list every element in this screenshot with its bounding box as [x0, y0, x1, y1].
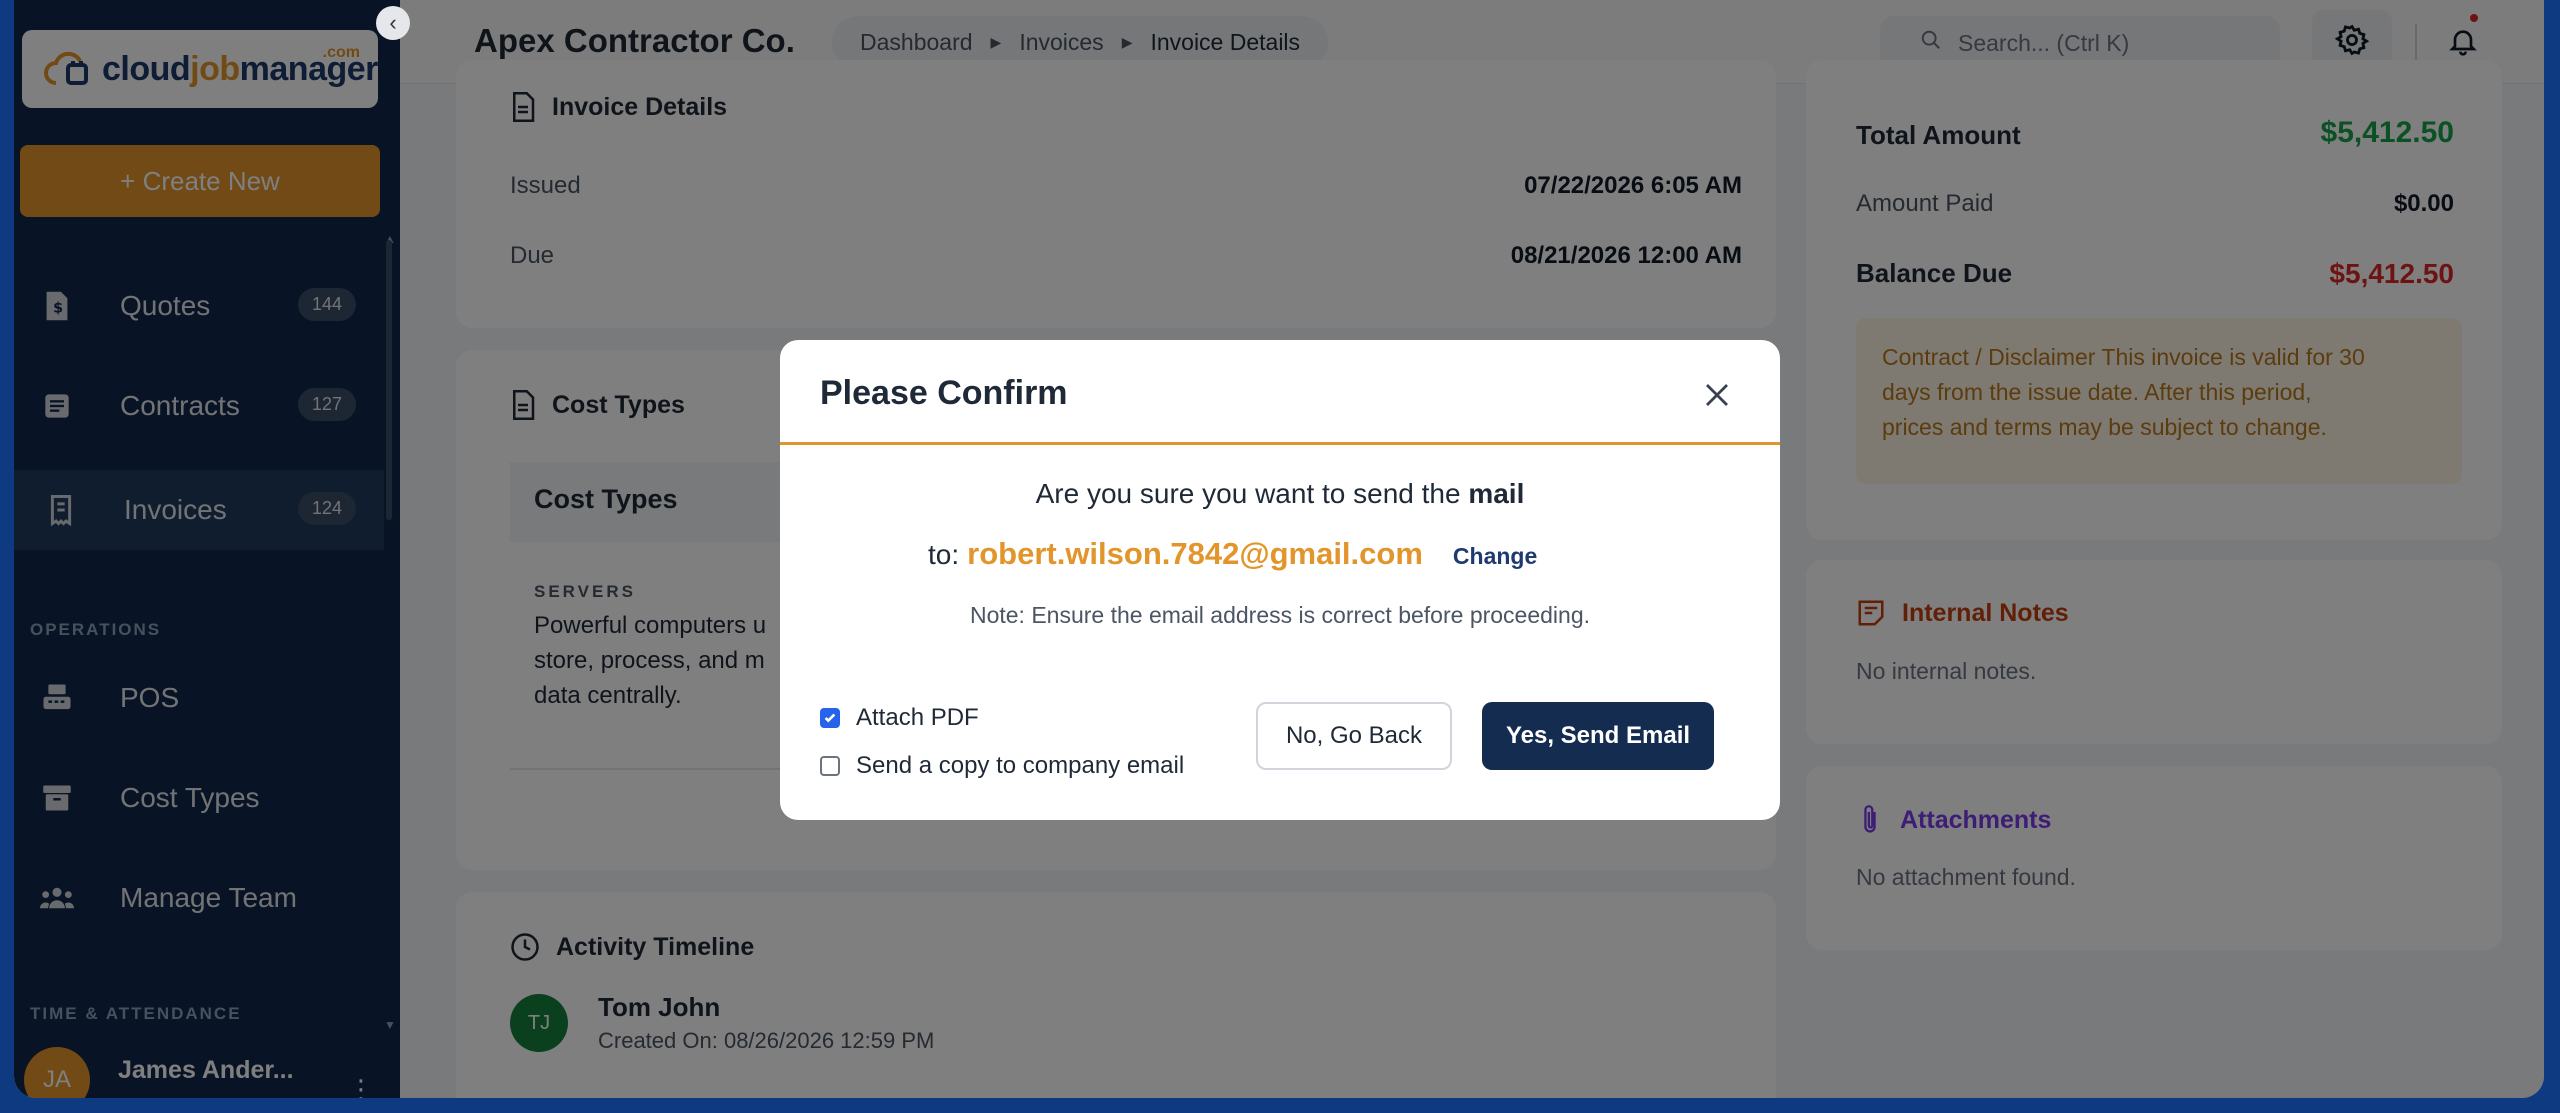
- checkmark-icon: [824, 713, 836, 723]
- go-back-button[interactable]: No, Go Back: [1256, 702, 1452, 770]
- attach-pdf-label: Attach PDF: [856, 704, 979, 731]
- recipient-email: robert.wilson.7842@gmail.com: [967, 536, 1423, 571]
- confirm-bold-word: mail: [1468, 478, 1525, 509]
- chevron-left-icon: ‹: [389, 10, 397, 35]
- dialog-accent-divider: [780, 442, 1780, 445]
- sidebar-collapse-button[interactable]: ‹: [376, 6, 410, 40]
- close-icon: [1706, 384, 1728, 406]
- confirm-text: Are you sure you want to send the: [1035, 478, 1461, 509]
- company-copy-checkbox[interactable]: [820, 756, 840, 776]
- send-email-button[interactable]: Yes, Send Email: [1482, 702, 1714, 770]
- change-email-link[interactable]: Change: [1453, 543, 1537, 570]
- recipient-line: to: robert.wilson.7842@gmail.com Change: [928, 536, 1537, 572]
- confirm-dialog: Please Confirm Are you sure you want to …: [780, 340, 1780, 820]
- dialog-note: Note: Ensure the email address is correc…: [969, 602, 1591, 628]
- confirm-message: Are you sure you want to send the mail: [780, 478, 1780, 510]
- attach-pdf-checkbox[interactable]: [820, 708, 840, 728]
- to-label: to:: [928, 539, 960, 570]
- close-button[interactable]: [1702, 380, 1732, 410]
- company-copy-label: Send a copy to company email: [856, 752, 1185, 779]
- company-copy-option[interactable]: Send a copy to company email: [820, 752, 1184, 780]
- app-frame: Apex Contractor Co. Dashboard ▶ Invoices…: [14, 0, 2544, 1098]
- attach-pdf-option[interactable]: Attach PDF: [820, 704, 979, 732]
- dialog-title: Please Confirm: [820, 374, 1068, 412]
